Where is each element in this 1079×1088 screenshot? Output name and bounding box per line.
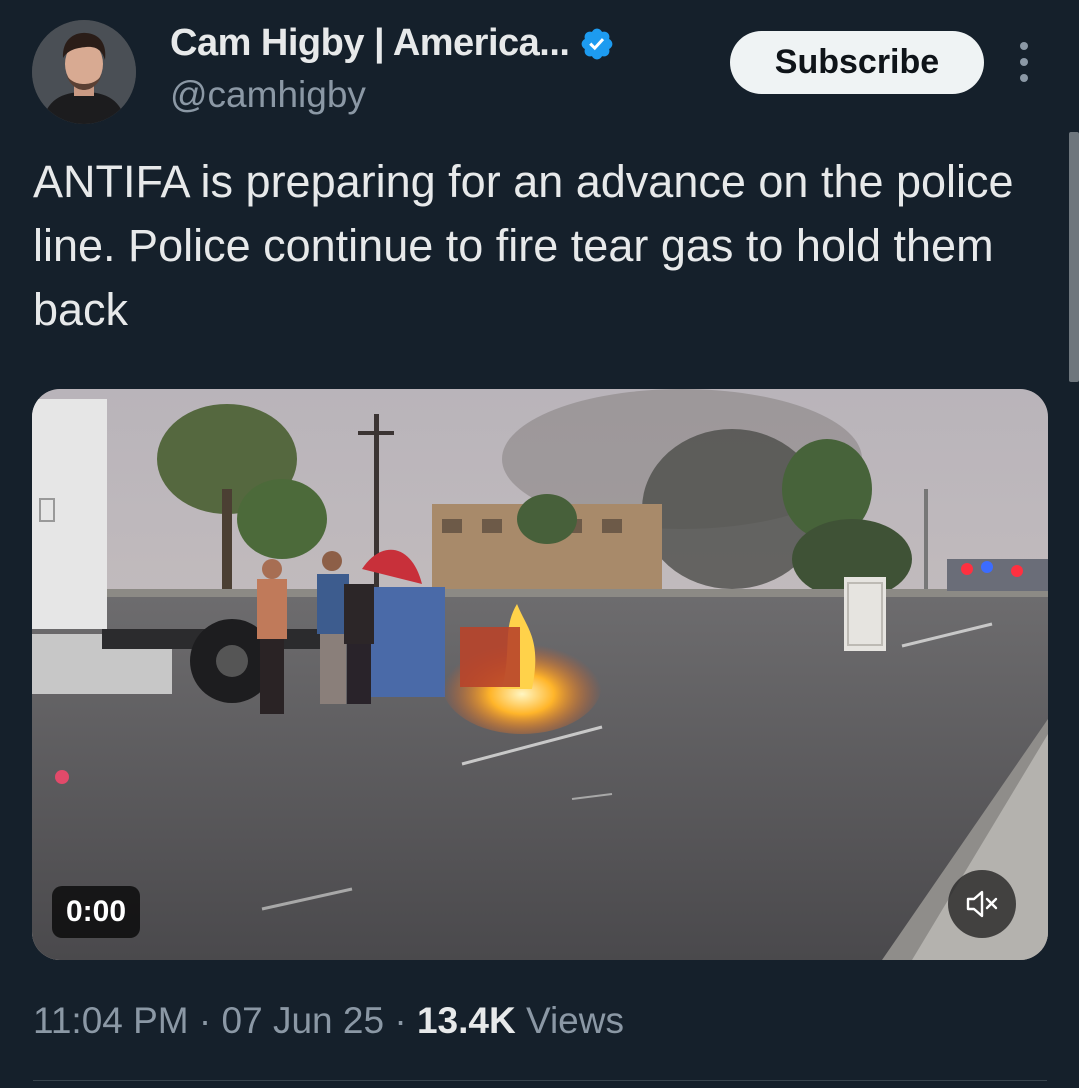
avatar-photo (32, 20, 136, 124)
handle[interactable]: @camhigby (170, 74, 366, 116)
speaker-muted-icon (966, 890, 998, 918)
views-count[interactable]: 13.4K (417, 1000, 516, 1041)
more-vertical-icon[interactable] (1012, 40, 1036, 84)
subscribe-button[interactable]: Subscribe (730, 31, 984, 94)
mute-button[interactable] (948, 870, 1016, 938)
divider (33, 1080, 1047, 1081)
verified-badge-icon[interactable] (579, 26, 615, 62)
avatar[interactable] (32, 20, 136, 124)
tweet-meta: 11:04 PM · 07 Jun 25 · 13.4K Views (33, 1000, 624, 1042)
video-duration: 0:00 (52, 886, 141, 938)
video-player[interactable]: 0:00 (32, 389, 1048, 960)
video-frame (32, 389, 1048, 960)
timestamp-date[interactable]: 07 Jun 25 (222, 1000, 385, 1041)
meta-separator: · (188, 1000, 222, 1041)
meta-separator: · (384, 1000, 417, 1041)
scrollbar[interactable] (1069, 132, 1079, 382)
views-label: Views (515, 1000, 624, 1041)
timestamp-time[interactable]: 11:04 PM (33, 1000, 189, 1041)
display-name[interactable]: Cam Higby | America... (170, 22, 570, 65)
tweet-text: ANTIFA is preparing for an advance on th… (33, 156, 1014, 335)
